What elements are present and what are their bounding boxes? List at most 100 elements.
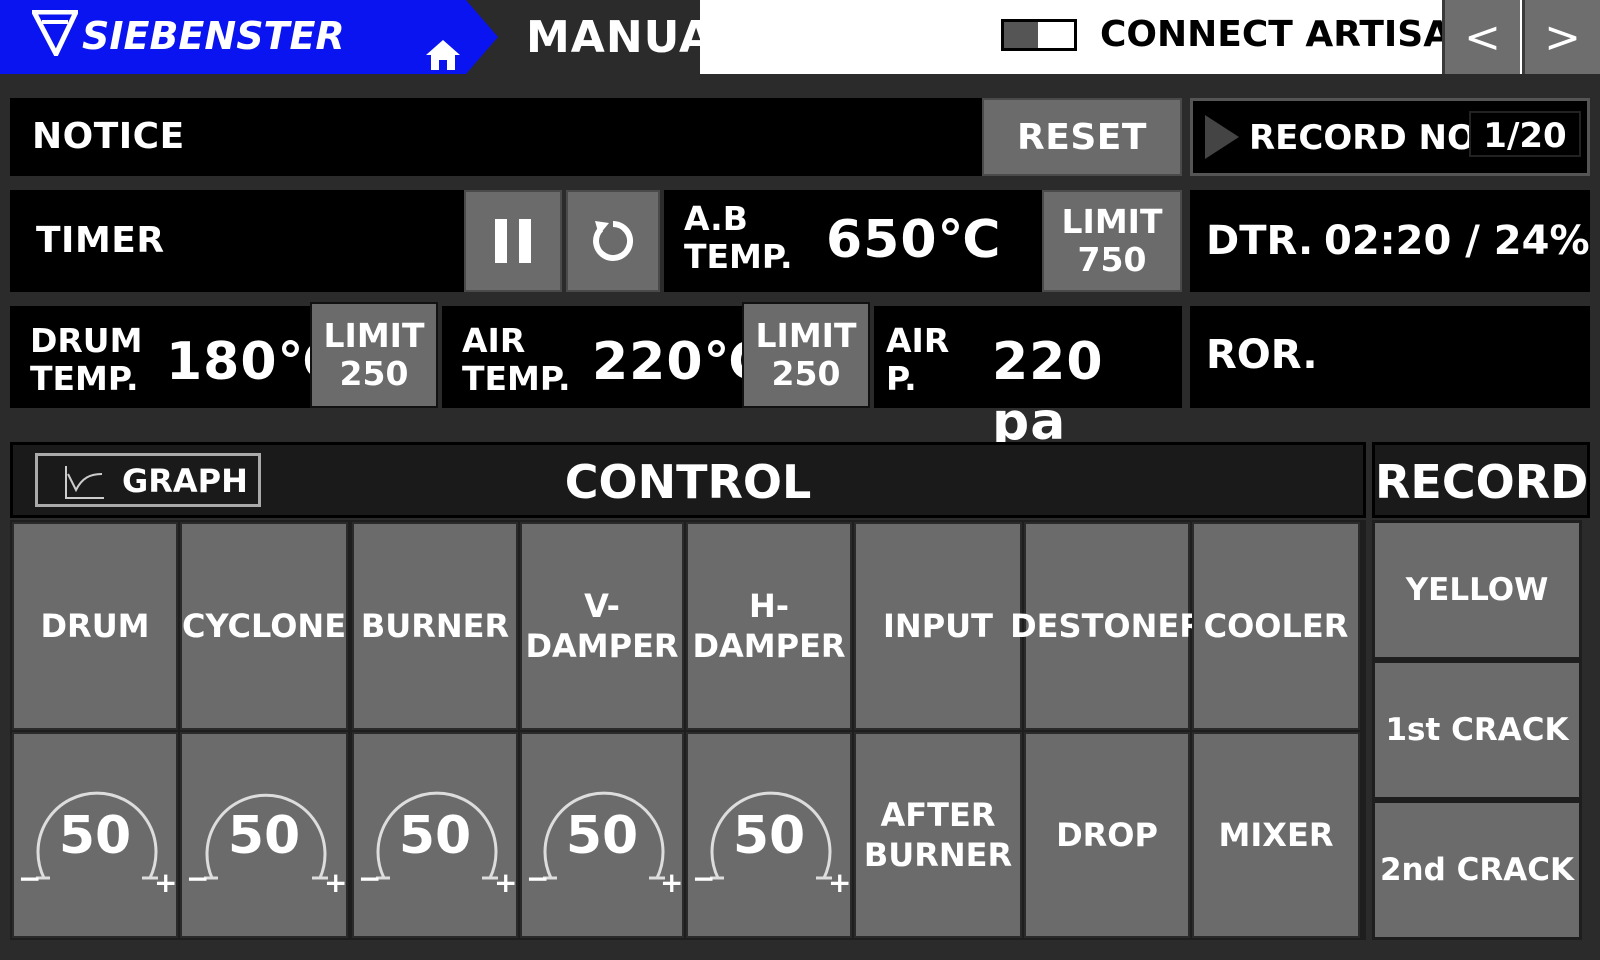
minus-icon[interactable]: − — [186, 862, 209, 895]
plus-icon[interactable]: + — [324, 866, 347, 899]
logo-icon — [29, 9, 80, 60]
play-icon[interactable] — [1205, 115, 1239, 159]
air-temp-label-1: AIR — [462, 321, 526, 360]
ab-temp-label-1: A.B — [684, 199, 748, 238]
after-burner-button[interactable]: AFTER BURNER — [854, 732, 1022, 938]
timer-panel: TIMER — [10, 190, 464, 292]
v-damper-knob-value: 50 — [565, 806, 639, 866]
drum-temp-label-1: DRUM — [30, 321, 143, 360]
destoner-button[interactable]: DESTONER — [1010, 522, 1204, 730]
burner-knob-value: 50 — [398, 806, 472, 866]
control-title: CONTROL — [564, 455, 812, 509]
air-p-panel: AIR P. 220 pa — [874, 306, 1182, 452]
v-damper-knob[interactable]: 50 − + — [520, 732, 684, 938]
ab-limit-value: 750 — [1077, 240, 1147, 279]
reset-button[interactable]: RESET — [982, 98, 1182, 176]
drum-temp-label-2: TEMP. — [30, 359, 139, 398]
air-p-label-2: P. — [886, 359, 917, 398]
minus-icon[interactable]: − — [526, 862, 549, 895]
air-temp-limit-button[interactable]: LIMIT 250 — [742, 302, 870, 408]
air-temp-panel: AIR TEMP. 220℃ — [442, 306, 767, 408]
mixer-label: MIXER — [1218, 816, 1334, 854]
drum-label: DRUM — [40, 607, 150, 645]
after-burner-label-2: BURNER — [863, 836, 1013, 874]
h-damper-knob[interactable]: 50 − + — [686, 732, 852, 938]
pause-icon — [495, 219, 531, 263]
record-title: RECORD — [1375, 455, 1589, 509]
ab-temp-panel: A.B TEMP. 650℃ — [664, 190, 1042, 292]
reset-timer-button[interactable] — [566, 190, 660, 292]
input-button[interactable]: INPUT — [854, 522, 1022, 730]
air-p-value: 220 pa — [992, 332, 1104, 452]
control-header: GRAPH CONTROL — [10, 442, 1366, 518]
notice-label: NOTICE — [32, 116, 185, 157]
record-header: RECORD — [1372, 442, 1590, 518]
artisan-toggle[interactable] — [1001, 19, 1077, 51]
first-crack-record-button[interactable]: 1st CRACK — [1372, 660, 1582, 800]
cyclone-knob[interactable]: 50 − + — [180, 732, 348, 938]
drum-limit-label: LIMIT — [323, 316, 425, 355]
drum-temp-limit-button[interactable]: LIMIT 250 — [310, 302, 438, 408]
cooler-button[interactable]: COOLER — [1192, 522, 1360, 730]
input-label: INPUT — [883, 607, 993, 645]
yellow-record-button[interactable]: YELLOW — [1372, 520, 1582, 660]
timer-label: TIMER — [36, 220, 165, 261]
ab-temp-limit-button[interactable]: LIMIT 750 — [1042, 190, 1182, 292]
after-burner-label-1: AFTER — [880, 796, 996, 834]
burner-button[interactable]: BURNER — [352, 522, 518, 730]
ab-temp-value: 650℃ — [826, 210, 1002, 270]
record-no-label: RECORD NO. — [1249, 118, 1489, 158]
h-damper-button[interactable]: H- DAMPER — [686, 522, 852, 730]
h-damper-knob-value: 50 — [732, 806, 806, 866]
mixer-button[interactable]: MIXER — [1192, 732, 1360, 938]
prev-button[interactable]: < — [1442, 0, 1520, 74]
burner-knob[interactable]: 50 − + — [352, 732, 518, 938]
ab-limit-label: LIMIT — [1061, 202, 1163, 241]
reset-icon — [593, 221, 634, 261]
home-icon[interactable] — [424, 38, 462, 72]
control-grid: DRUM CYCLONE BURNER V- DAMPER H- DAMPER IN… — [10, 520, 1366, 940]
minus-icon[interactable]: − — [18, 862, 41, 895]
cyclone-label: CYCLONE — [181, 607, 347, 645]
record-no-panel: RECORD NO. 1/20 — [1190, 98, 1590, 176]
v-damper-label-2: DAMPER — [525, 627, 679, 665]
drum-temp-panel: DRUM TEMP. 180℃ — [10, 306, 341, 408]
air-temp-label-2: TEMP. — [462, 359, 571, 398]
connect-artisan-label[interactable]: CONNECT ARTISAN — [1100, 14, 1481, 55]
cooler-label: COOLER — [1203, 607, 1349, 645]
record-no-value: 1/20 — [1469, 111, 1581, 157]
cyclone-knob-value: 50 — [227, 806, 301, 866]
drum-button[interactable]: DRUM — [12, 522, 178, 730]
drum-limit-value: 250 — [339, 354, 409, 393]
cyclone-button[interactable]: CYCLONE — [180, 522, 348, 730]
drop-button[interactable]: DROP — [1024, 732, 1190, 938]
v-damper-button[interactable]: V- DAMPER — [520, 522, 684, 730]
ror-panel: ROR. — [1190, 306, 1590, 408]
next-button[interactable]: > — [1522, 0, 1600, 74]
dtr-panel: DTR. 02:20 / 24% — [1190, 190, 1590, 292]
drum-knob-value: 50 — [58, 806, 132, 866]
ab-temp-label-2: TEMP. — [684, 237, 793, 276]
burner-label: BURNER — [360, 607, 510, 645]
air-p-label-1: AIR — [886, 321, 950, 360]
plus-icon[interactable]: + — [660, 866, 683, 899]
minus-icon[interactable]: − — [358, 862, 381, 895]
drum-knob[interactable]: 50 − + — [12, 732, 178, 938]
brand-name: SIEBENSTER — [82, 14, 345, 58]
destoner-label: DESTONER — [1010, 607, 1204, 645]
air-limit-value: 250 — [771, 354, 841, 393]
pause-button[interactable] — [464, 190, 562, 292]
ror-label: ROR. — [1206, 332, 1318, 378]
dtr-value: 02:20 / 24% — [1324, 218, 1590, 264]
h-damper-label-2: DAMPER — [692, 627, 846, 665]
plus-icon[interactable]: + — [828, 866, 851, 899]
plus-icon[interactable]: + — [494, 866, 517, 899]
second-crack-record-button[interactable]: 2nd CRACK — [1372, 800, 1582, 940]
minus-icon[interactable]: − — [692, 862, 715, 895]
dtr-label: DTR. — [1206, 218, 1314, 264]
plus-icon[interactable]: + — [154, 866, 177, 899]
h-damper-label-1: H- — [748, 587, 790, 625]
v-damper-label-1: V- — [584, 587, 620, 625]
notice-panel: NOTICE — [10, 98, 982, 176]
drop-label: DROP — [1056, 816, 1158, 854]
